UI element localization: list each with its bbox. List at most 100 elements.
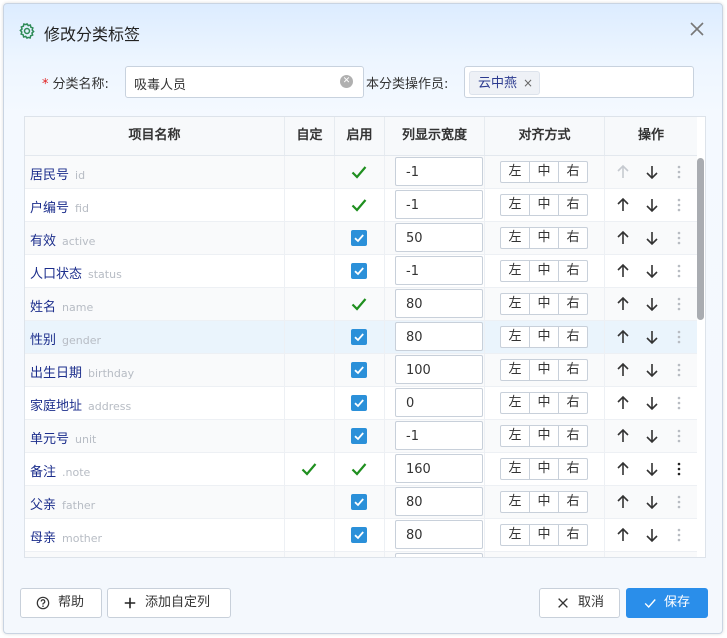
enabled-cell[interactable] [335,156,385,188]
table-row[interactable]: 家庭地址 address 0 左中右 [25,387,697,420]
move-up-icon[interactable] [615,461,631,477]
more-options-icon[interactable] [671,164,687,180]
enabled-cell[interactable] [335,519,385,551]
more-options-icon[interactable] [671,395,687,411]
enable-checkbox[interactable] [351,263,367,279]
enabled-cell[interactable] [335,486,385,518]
more-options-icon[interactable] [671,527,687,543]
column-width-input[interactable]: -1 [395,190,483,219]
align-right-button[interactable]: 右 [559,459,587,479]
enable-checkbox[interactable] [351,362,367,378]
enabled-cell[interactable] [335,189,385,221]
move-up-icon[interactable] [615,329,631,345]
move-down-icon[interactable] [644,461,660,477]
align-right-button[interactable]: 右 [559,426,587,446]
table-row[interactable]: 人口状态 status -1 左中右 [25,255,697,288]
align-center-button[interactable]: 中 [530,294,559,314]
column-width-input[interactable]: 50 [395,223,483,252]
enabled-cell[interactable] [335,453,385,485]
column-width-input[interactable]: 80 [395,520,483,549]
move-up-icon[interactable] [615,263,631,279]
align-right-button[interactable]: 右 [559,261,587,281]
align-left-button[interactable]: 左 [501,426,530,446]
enabled-cell[interactable] [335,354,385,386]
enabled-cell[interactable] [335,321,385,353]
move-down-icon[interactable] [644,395,660,411]
align-left-button[interactable]: 左 [501,228,530,248]
enabled-cell[interactable] [335,255,385,287]
more-options-icon[interactable] [671,230,687,246]
enable-checkbox[interactable] [351,230,367,246]
align-right-button[interactable]: 右 [559,162,587,182]
column-width-input[interactable]: -1 [395,421,483,450]
align-center-button[interactable]: 中 [530,261,559,281]
move-down-icon[interactable] [644,164,660,180]
enabled-cell[interactable] [335,420,385,452]
align-center-button[interactable]: 中 [530,228,559,248]
move-down-icon[interactable] [644,494,660,510]
clear-input-icon[interactable]: ✕ [340,75,353,88]
more-options-icon[interactable] [671,362,687,378]
move-down-icon[interactable] [644,230,660,246]
align-right-button[interactable]: 右 [559,294,587,314]
close-icon[interactable] [686,18,708,40]
move-up-icon[interactable] [615,197,631,213]
move-up-icon[interactable] [615,164,631,180]
operator-field[interactable]: 云中燕 × [464,66,694,98]
enabled-cell[interactable] [335,552,385,557]
move-down-icon[interactable] [644,296,660,312]
enable-checkbox[interactable] [351,428,367,444]
save-button[interactable]: 保存 [626,588,708,618]
align-right-button[interactable]: 右 [559,327,587,347]
category-name-input[interactable]: 吸毒人员 ✕ [125,66,364,98]
table-row[interactable]: 出生日期 birthday 100 左中右 [25,354,697,387]
table-row[interactable]: 母亲 mother 80 左中右 [25,519,697,552]
cancel-button[interactable]: 取消 [539,588,620,618]
enabled-cell[interactable] [335,387,385,419]
move-down-icon[interactable] [644,329,660,345]
move-up-icon[interactable] [615,527,631,543]
enabled-cell[interactable] [335,222,385,254]
table-row[interactable]: 户编号 fid -1 左中右 [25,189,697,222]
move-up-icon[interactable] [615,428,631,444]
move-up-icon[interactable] [615,362,631,378]
move-down-icon[interactable] [644,362,660,378]
align-right-button[interactable]: 右 [559,393,587,413]
enabled-cell[interactable] [335,288,385,320]
align-right-button[interactable]: 右 [559,360,587,380]
column-width-input[interactable]: 100 [395,355,483,384]
more-options-icon[interactable] [671,428,687,444]
align-left-button[interactable]: 左 [501,261,530,281]
scrollbar-thumb[interactable] [697,158,704,320]
align-left-button[interactable]: 左 [501,492,530,512]
align-center-button[interactable]: 中 [530,426,559,446]
column-width-input[interactable]: 80 [395,322,483,351]
align-center-button[interactable]: 中 [530,360,559,380]
table-row[interactable]: 父亲 father 80 左中右 [25,486,697,519]
align-right-button[interactable]: 右 [559,228,587,248]
more-options-icon[interactable] [671,296,687,312]
table-row[interactable]: 居民号 id -1 左中右 [25,156,697,189]
align-left-button[interactable]: 左 [501,393,530,413]
more-options-icon[interactable] [671,494,687,510]
table-row[interactable]: 备注 .note 160 左中右 [25,453,697,486]
table-row[interactable]: 性别 gender 80 左中右 [25,321,697,354]
align-left-button[interactable]: 左 [501,195,530,215]
align-center-button[interactable]: 中 [530,492,559,512]
column-width-input[interactable]: 80 [395,289,483,318]
align-left-button[interactable]: 左 [501,327,530,347]
move-down-icon[interactable] [644,428,660,444]
align-right-button[interactable]: 右 [559,195,587,215]
column-width-input[interactable] [395,553,483,557]
align-left-button[interactable]: 左 [501,459,530,479]
more-options-icon[interactable] [671,329,687,345]
align-center-button[interactable]: 中 [530,162,559,182]
enable-checkbox[interactable] [351,527,367,543]
move-down-icon[interactable] [644,197,660,213]
table-row[interactable]: 姓名 name 80 左中右 [25,288,697,321]
enable-checkbox[interactable] [351,395,367,411]
move-up-icon[interactable] [615,230,631,246]
help-button[interactable]: 帮助 [20,588,102,618]
move-down-icon[interactable] [644,527,660,543]
table-row[interactable]: 左中右 [25,552,697,557]
